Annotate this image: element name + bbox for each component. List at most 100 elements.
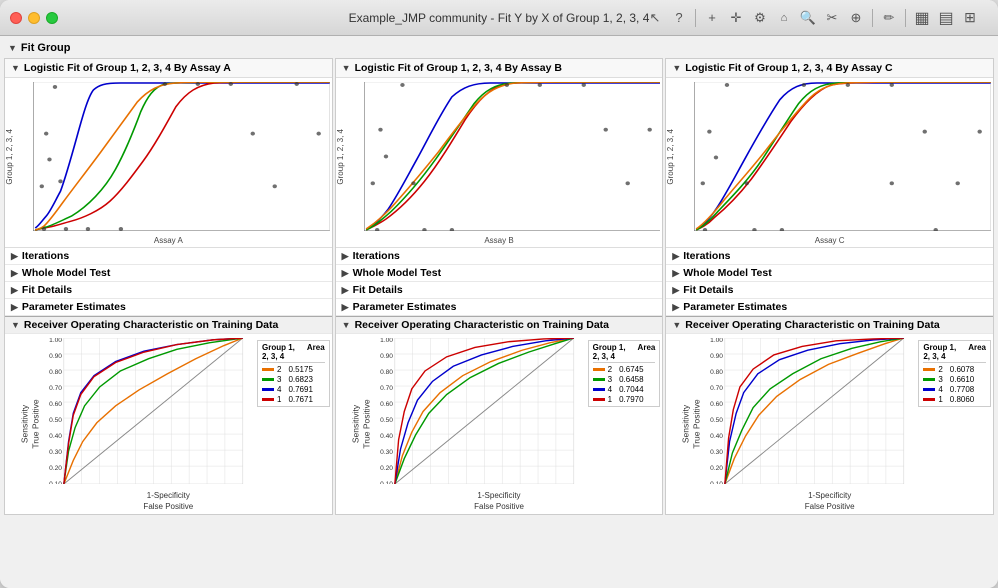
column-b-header: ▼ Logistic Fit of Group 1, 2, 3, 4 By As…: [336, 59, 663, 78]
section-c-param-est[interactable]: ▶ Parameter Estimates: [666, 299, 993, 316]
iterations-c-triangle: ▶: [672, 251, 679, 262]
close-button[interactable]: [10, 12, 22, 24]
svg-text:1.00: 1.00: [710, 338, 723, 344]
toolbar: ↖ ? + ✛ ⚙ ⌂ 🔍 ✂ ⊕ ✏ ▦ ▤ ⊞: [637, 8, 988, 28]
legend-a-header1: Group 1,2, 3, 4: [262, 343, 295, 361]
legend-c-area-1: 0.8060: [950, 395, 974, 404]
svg-text:0.50: 0.50: [49, 417, 62, 424]
section-b-whole-model[interactable]: ▶ Whole Model Test: [336, 265, 663, 282]
roc-c-svg: 1.00 0.90 0.80 0.70 0.60 0.50 0.40 0.30 …: [694, 338, 935, 484]
section-c-fit-details[interactable]: ▶ Fit Details: [666, 282, 993, 299]
roc-a-xlabel: 1-SpecificityFalse Positive: [143, 491, 193, 512]
list-icon[interactable]: ▤: [936, 8, 956, 28]
col-c-title: Logistic Fit of Group 1, 2, 3, 4 By Assa…: [685, 62, 892, 74]
section-b-param-est[interactable]: ▶ Parameter Estimates: [336, 299, 663, 316]
whole-model-b-triangle: ▶: [342, 268, 349, 279]
section-a-param-est[interactable]: ▶ Parameter Estimates: [5, 299, 332, 316]
window-title: Example_JMP community - Fit Y by X of Gr…: [349, 11, 650, 25]
legend-b-group-1: 1: [608, 395, 612, 404]
help-icon[interactable]: ?: [669, 8, 689, 28]
svg-text:0.90: 0.90: [49, 353, 62, 360]
iterations-b-triangle: ▶: [342, 251, 349, 262]
chart-c-ylabel: Group 1, 2, 3, 4: [667, 129, 681, 185]
legend-a-group-4: 4: [277, 385, 281, 394]
crosshair-icon[interactable]: ✛: [726, 8, 746, 28]
whole-model-a-triangle: ▶: [11, 268, 18, 279]
legend-b-area-2: 0.6745: [619, 365, 643, 374]
legend-a-group-2: 2: [277, 365, 281, 374]
svg-text:0.10: 0.10: [710, 481, 723, 484]
pencil-icon[interactable]: ✏: [879, 8, 899, 28]
legend-a-color-1: [262, 398, 274, 401]
roc-header-c[interactable]: ▼ Receiver Operating Characteristic on T…: [666, 316, 993, 334]
svg-text:0.80: 0.80: [710, 369, 723, 376]
svg-text:0.60: 0.60: [49, 401, 62, 408]
fit-details-c-label: Fit Details: [683, 284, 733, 296]
svg-text:0.40: 0.40: [710, 433, 723, 440]
columns-container: ▼ Logistic Fit of Group 1, 2, 3, 4 By As…: [4, 58, 994, 515]
legend-b-area-1: 0.7970: [619, 395, 643, 404]
svg-text:0.30: 0.30: [380, 449, 393, 456]
svg-text:0.20: 0.20: [380, 465, 393, 472]
section-b-iterations[interactable]: ▶ Iterations: [336, 248, 663, 265]
legend-b-color-4: [593, 388, 605, 391]
legend-c-area-3: 0.6610: [950, 375, 974, 384]
param-est-c-triangle: ▶: [672, 302, 679, 313]
legend-b-header1: Group 1,2, 3, 4: [593, 343, 626, 361]
svg-text:0.90: 0.90: [380, 353, 393, 360]
svg-text:0.30: 0.30: [49, 449, 62, 456]
chart-a-container: Group 1, 2, 3, 4 1.00 0.75 0.50 0.25 0: [5, 78, 332, 248]
col-a-triangle[interactable]: ▼: [11, 63, 20, 73]
legend-a-group-1: 1: [277, 395, 281, 404]
svg-text:0.40: 0.40: [380, 433, 393, 440]
section-c-iterations[interactable]: ▶ Iterations: [666, 248, 993, 265]
zoom-icon[interactable]: ⊕: [846, 8, 866, 28]
col-c-triangle[interactable]: ▼: [672, 63, 681, 73]
col-b-triangle[interactable]: ▼: [342, 63, 351, 73]
legend-b-color-2: [593, 368, 605, 371]
svg-text:0.50: 0.50: [380, 417, 393, 424]
column-a-header: ▼ Logistic Fit of Group 1, 2, 3, 4 By As…: [5, 59, 332, 78]
iterations-c-label: Iterations: [683, 250, 730, 262]
legend-c-area-4: 0.7708: [950, 385, 974, 394]
table-icon[interactable]: ⊞: [960, 8, 980, 28]
add-icon[interactable]: +: [702, 8, 722, 28]
roc-header-b[interactable]: ▼ Receiver Operating Characteristic on T…: [336, 316, 663, 334]
chart-b-ylabel: Group 1, 2, 3, 4: [337, 129, 351, 185]
scissors-icon[interactable]: ✂: [822, 8, 842, 28]
svg-text:0.40: 0.40: [49, 433, 62, 440]
home-icon[interactable]: ⌂: [774, 8, 794, 28]
section-a-whole-model[interactable]: ▶ Whole Model Test: [5, 265, 332, 282]
roc-legend-a: Group 1,2, 3, 4 Area 2 0.5175 3 0.6823: [257, 340, 330, 407]
fit-details-b-label: Fit Details: [353, 284, 403, 296]
chart-b-xlabel: Assay B: [484, 236, 513, 245]
roc-c-xlabel: 1-SpecificityFalse Positive: [805, 491, 855, 512]
fit-group-triangle[interactable]: ▼: [8, 43, 17, 53]
section-c-whole-model[interactable]: ▶ Whole Model Test: [666, 265, 993, 282]
legend-c-group-3: 3: [938, 375, 942, 384]
section-b-fit-details[interactable]: ▶ Fit Details: [336, 282, 663, 299]
roc-chart-a: SensitivityTrue Positive: [5, 334, 332, 514]
roc-b-xlabel: 1-SpecificityFalse Positive: [474, 491, 524, 512]
section-a-iterations[interactable]: ▶ Iterations: [5, 248, 332, 265]
section-a-fit-details[interactable]: ▶ Fit Details: [5, 282, 332, 299]
grid-icon[interactable]: ▦: [912, 8, 932, 28]
svg-text:1.00: 1.00: [380, 338, 393, 344]
search-icon[interactable]: 🔍: [798, 8, 818, 28]
legend-c-color-1: [923, 398, 935, 401]
whole-model-a-label: Whole Model Test: [22, 267, 110, 279]
roc-header-a[interactable]: ▼ Receiver Operating Characteristic on T…: [5, 316, 332, 334]
svg-text:0.80: 0.80: [49, 369, 62, 376]
legend-b-area-3: 0.6458: [619, 375, 643, 384]
svg-text:0.70: 0.70: [710, 385, 723, 392]
legend-a-area-4: 0.7691: [288, 385, 312, 394]
svg-text:0.10: 0.10: [49, 481, 62, 484]
minimize-button[interactable]: [28, 12, 40, 24]
fit-details-c-triangle: ▶: [672, 285, 679, 296]
maximize-button[interactable]: [46, 12, 58, 24]
legend-a-color-3: [262, 378, 274, 381]
roc-a-svg: 1.00 0.90 0.80 0.70 0.60 0.50 0.40 0.30 …: [33, 338, 274, 484]
svg-text:0.60: 0.60: [380, 401, 393, 408]
param-est-a-label: Parameter Estimates: [22, 301, 126, 313]
gear-icon[interactable]: ⚙: [750, 8, 770, 28]
